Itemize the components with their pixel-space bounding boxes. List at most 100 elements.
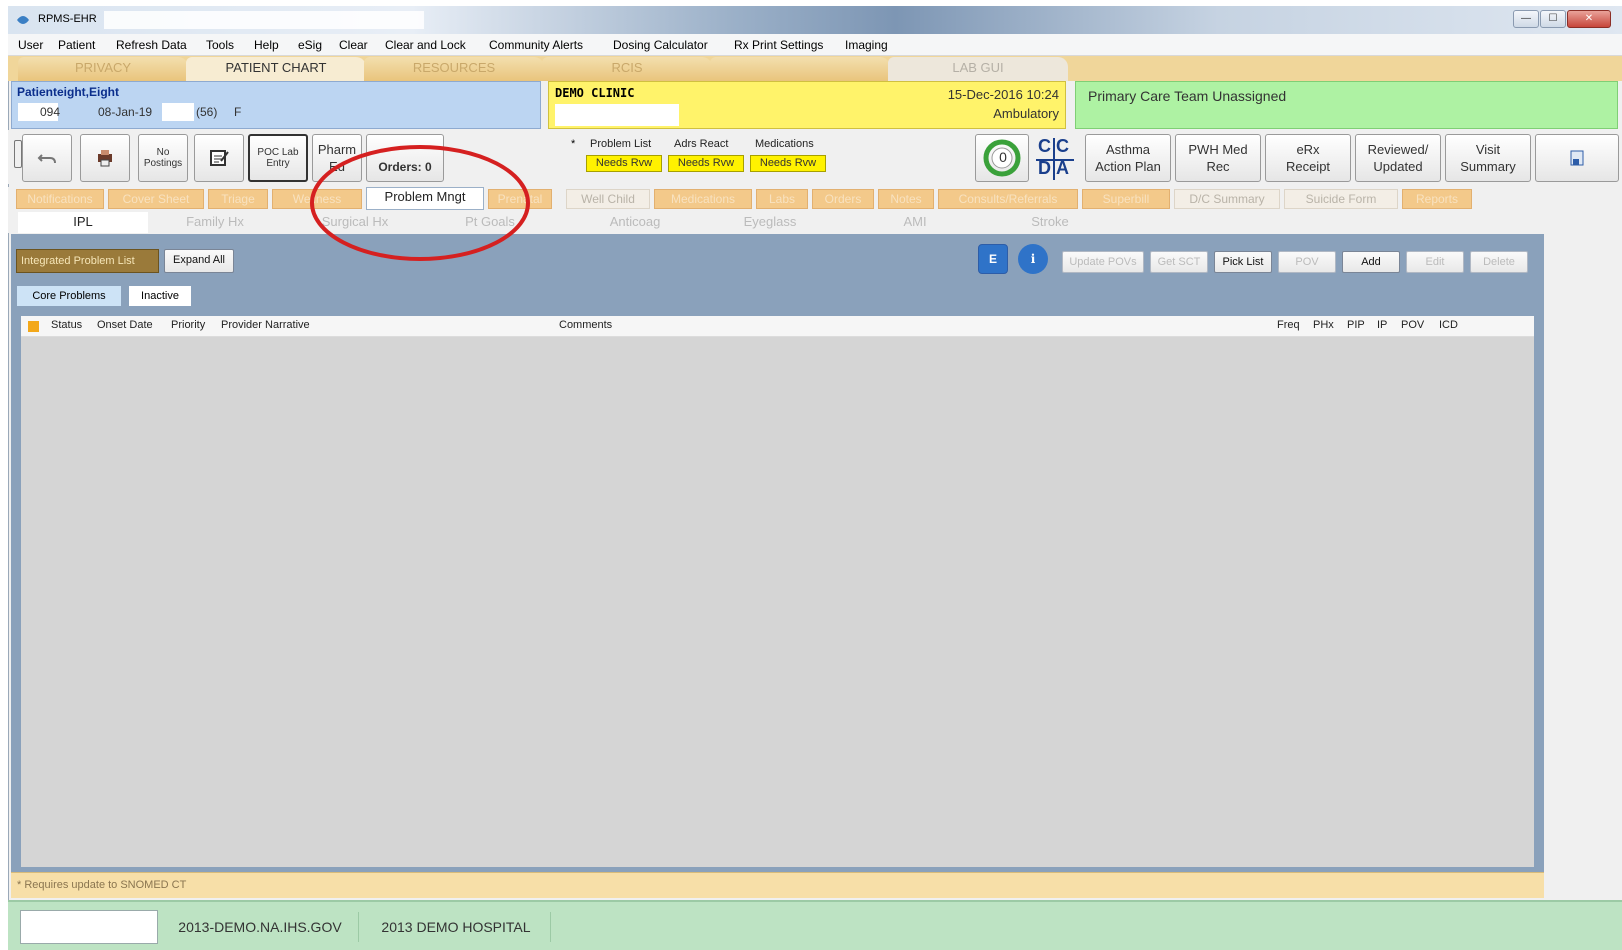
patient-dob-mask xyxy=(162,103,194,121)
col-priority[interactable]: Priority xyxy=(171,319,205,331)
subtab-ami[interactable]: AMI xyxy=(850,212,980,233)
col-comments[interactable]: Comments xyxy=(559,319,612,331)
tab-dc-summary[interactable]: D/C Summary xyxy=(1174,189,1280,209)
erx-receipt-button[interactable]: eRx Receipt xyxy=(1265,134,1351,182)
menu-dosing-calculator[interactable]: Dosing Calculator xyxy=(613,38,708,52)
col-phx[interactable]: PHx xyxy=(1313,319,1334,331)
highlight-circle xyxy=(310,145,530,261)
col-pip[interactable]: PIP xyxy=(1347,319,1365,331)
menu-clear[interactable]: Clear xyxy=(339,38,368,52)
close-button[interactable]: ✕ xyxy=(1567,10,1611,28)
tab-cover-sheet[interactable]: Cover Sheet xyxy=(108,189,204,209)
pick-list-button[interactable]: Pick List xyxy=(1214,251,1272,273)
reminders-button[interactable]: 0 xyxy=(975,134,1029,182)
tab-orders[interactable]: Orders xyxy=(812,189,874,209)
tab-core-problems[interactable]: Core Problems xyxy=(16,285,122,307)
col-icd[interactable]: ICD xyxy=(1439,319,1458,331)
tab-superbill[interactable]: Superbill xyxy=(1082,189,1170,209)
col-ip[interactable]: IP xyxy=(1377,319,1387,331)
info-icon[interactable]: i xyxy=(1018,244,1048,274)
cdc-da-button[interactable]: C C D A xyxy=(1036,136,1076,182)
menu-patient[interactable]: Patient xyxy=(58,38,95,52)
subtab-family-hx[interactable]: Family Hx xyxy=(150,212,280,233)
tab-notes[interactable]: Notes xyxy=(878,189,934,209)
menu-rx-print-settings[interactable]: Rx Print Settings xyxy=(734,38,823,52)
no-postings-button[interactable]: No Postings xyxy=(138,134,188,182)
tab-medications[interactable]: Medications xyxy=(654,189,752,209)
menu-imaging[interactable]: Imaging xyxy=(845,38,888,52)
maximize-button[interactable]: ☐ xyxy=(1540,10,1566,28)
tab-rcis[interactable]: RCIS xyxy=(542,57,712,81)
medications-needs-review[interactable]: Needs Rvw xyxy=(750,155,826,172)
problem-grid-body[interactable] xyxy=(21,337,1534,867)
patient-sex: F xyxy=(234,105,242,119)
subtab-ipl[interactable]: IPL xyxy=(18,212,148,233)
tab-patient-chart[interactable]: PATIENT CHART xyxy=(186,57,366,81)
care-team-banner[interactable]: Primary Care Team Unassigned xyxy=(1075,81,1618,129)
pwh-med-rec-button[interactable]: PWH Med Rec xyxy=(1175,134,1261,182)
encounter-banner[interactable]: DEMO CLINIC 15-Dec-2016 10:24 Ambulatory xyxy=(548,81,1066,129)
menu-bar: User Patient Refresh Data Tools Help eSi… xyxy=(8,34,1622,56)
add-button[interactable]: Add xyxy=(1342,251,1400,273)
col-freq[interactable]: Freq xyxy=(1277,319,1300,331)
minimize-button[interactable]: — xyxy=(1513,10,1539,28)
tab-privacy[interactable]: PRIVACY xyxy=(18,57,188,81)
patient-chart-number: 094 xyxy=(40,105,61,119)
pov-button[interactable]: POV xyxy=(1278,251,1336,273)
tab-labs[interactable]: Labs xyxy=(756,189,808,209)
tab-unlabeled[interactable] xyxy=(710,57,890,81)
menu-clear-and-lock[interactable]: Clear and Lock xyxy=(385,38,466,52)
status-user-field[interactable] xyxy=(20,910,158,944)
title-blank-field xyxy=(104,11,424,29)
tab-inactive[interactable]: Inactive xyxy=(128,285,192,307)
tab-notifications[interactable]: Notifications xyxy=(16,189,104,209)
subtab-stroke[interactable]: Stroke xyxy=(985,212,1115,233)
status-server: 2013-DEMO.NA.IHS.GOV xyxy=(178,919,342,935)
window-title: RPMS-EHR xyxy=(38,13,97,25)
patient-dob: 08-Jan-19 xyxy=(98,105,153,119)
subtab-eyeglass[interactable]: Eyeglass xyxy=(705,212,835,233)
problem-list-needs-review[interactable]: Needs Rvw xyxy=(586,155,662,172)
poc-lab-entry-button[interactable]: POC Lab Entry xyxy=(248,134,308,182)
col-onset-date[interactable]: Onset Date xyxy=(97,319,153,331)
notes-button[interactable] xyxy=(194,134,244,182)
menu-refresh-data[interactable]: Refresh Data xyxy=(116,38,187,52)
asthma-action-plan-button[interactable]: Asthma Action Plan xyxy=(1085,134,1171,182)
col-provider-narrative[interactable]: Provider Narrative xyxy=(221,319,310,331)
delete-button[interactable]: Delete xyxy=(1470,251,1528,273)
expand-all-button[interactable]: Expand All xyxy=(164,249,234,273)
tab-lab-gui[interactable]: LAB GUI xyxy=(888,57,1068,81)
col-status[interactable]: Status xyxy=(51,319,82,331)
menu-esig[interactable]: eSig xyxy=(298,38,322,52)
menu-help[interactable]: Help xyxy=(254,38,279,52)
get-sct-button[interactable]: Get SCT xyxy=(1150,251,1208,273)
tab-well-child[interactable]: Well Child xyxy=(566,189,650,209)
tab-reports[interactable]: Reports xyxy=(1402,189,1472,209)
reviewed-updated-button[interactable]: Reviewed/ Updated xyxy=(1355,134,1441,182)
print-button[interactable] xyxy=(80,134,130,182)
menu-community-alerts[interactable]: Community Alerts xyxy=(489,38,583,52)
subtab-anticoag[interactable]: Anticoag xyxy=(570,212,700,233)
top-tab-strip: PRIVACY PATIENT CHART RESOURCES RCIS LAB… xyxy=(8,56,1622,81)
menu-tools[interactable]: Tools xyxy=(206,38,234,52)
back-button[interactable] xyxy=(22,134,72,182)
patient-banner[interactable]: Patienteight,Eight 094 08-Jan-19 (56) F xyxy=(11,81,541,129)
update-povs-button[interactable]: Update POVs xyxy=(1062,251,1144,273)
col-pov[interactable]: POV xyxy=(1401,319,1424,331)
cdc-divider-h xyxy=(1036,159,1074,161)
patient-age: (56) xyxy=(196,105,218,119)
education-icon[interactable]: E xyxy=(978,244,1008,274)
menu-user[interactable]: User xyxy=(18,38,43,52)
tab-suicide-form[interactable]: Suicide Form xyxy=(1284,189,1398,209)
tab-consults-referrals[interactable]: Consults/Referrals xyxy=(938,189,1078,209)
tab-triage[interactable]: Triage xyxy=(208,189,268,209)
edit-button[interactable]: Edit xyxy=(1406,251,1464,273)
patient-info-button[interactable] xyxy=(1535,134,1619,182)
tab-resources[interactable]: RESOURCES xyxy=(364,57,544,81)
adrs-needs-review[interactable]: Needs Rvw xyxy=(668,155,744,172)
problem-grid-header: Status Onset Date Priority Provider Narr… xyxy=(21,316,1534,337)
status-color-icon xyxy=(28,321,39,332)
visit-summary-button[interactable]: Visit Summary xyxy=(1445,134,1531,182)
status-facility: 2013 DEMO HOSPITAL xyxy=(381,919,531,935)
cdc-letter-3: D xyxy=(1038,158,1051,178)
